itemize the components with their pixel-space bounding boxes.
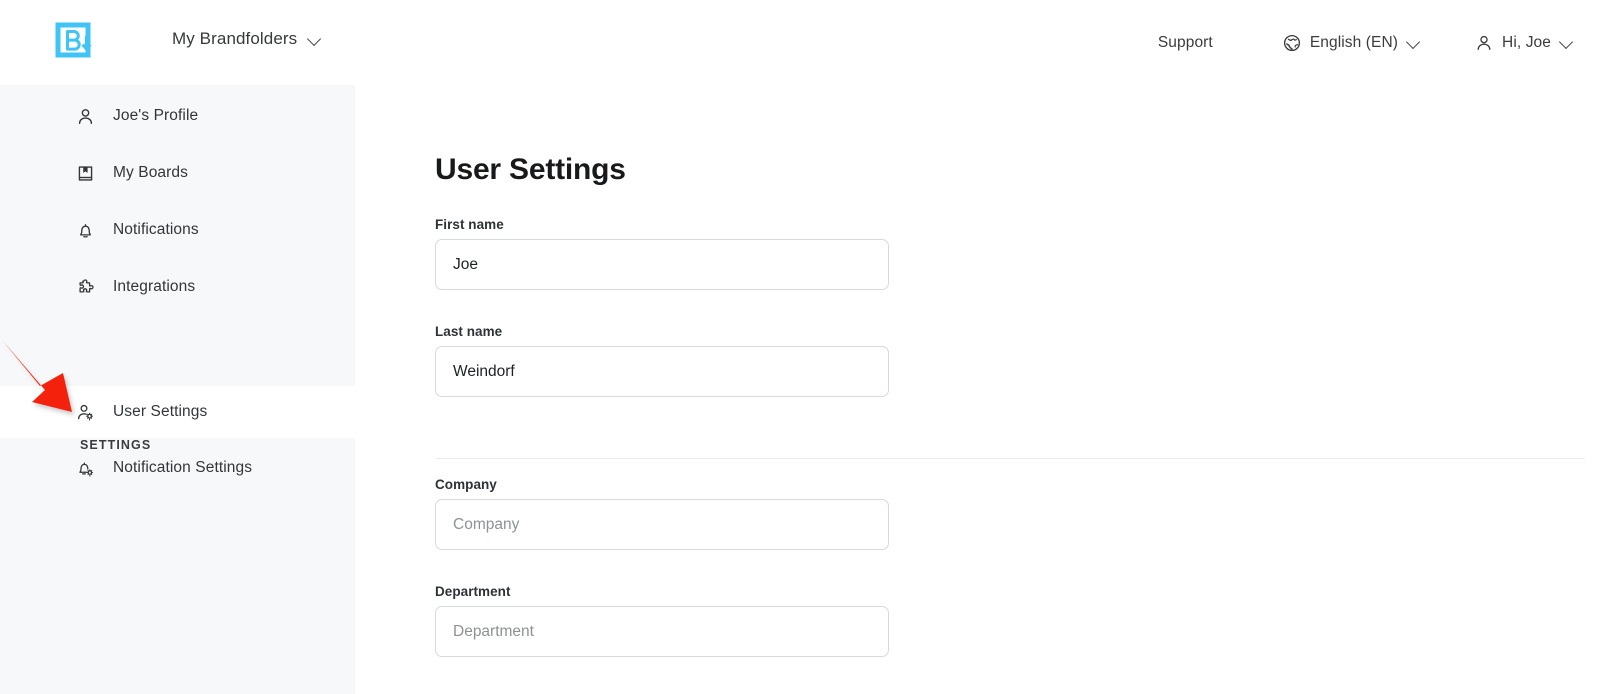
sidebar-navigation: Joe's Profile My Boards Notifications In… bbox=[0, 85, 355, 694]
field-last-name: Last name Weindorf bbox=[435, 324, 889, 397]
bell-gear-icon bbox=[76, 459, 95, 478]
my-brandfolders-menu[interactable]: My Brandfolders bbox=[172, 29, 321, 49]
app-root: My Brandfolders Support English (EN) Hi,… bbox=[0, 0, 1600, 694]
sidebar-item-label: Joe's Profile bbox=[113, 107, 199, 124]
sidebar-item-label: My Boards bbox=[113, 164, 188, 181]
field-company: Company Company bbox=[435, 477, 889, 550]
book-bookmark-icon bbox=[76, 164, 95, 183]
sidebar-item-user-settings[interactable]: User Settings bbox=[0, 386, 355, 438]
chevron-down-icon bbox=[308, 33, 321, 46]
sidebar-item-label: Notification Settings bbox=[113, 459, 253, 476]
user-greeting-label: Hi, Joe bbox=[1502, 33, 1551, 51]
language-label: English (EN) bbox=[1309, 33, 1399, 51]
sidebar-item-label: User Settings bbox=[113, 403, 208, 420]
last-name-input[interactable]: Weindorf bbox=[435, 346, 889, 397]
top-navigation-bar: My Brandfolders Support English (EN) Hi,… bbox=[0, 0, 1600, 85]
sidebar-item-notifications[interactable]: Notifications bbox=[0, 204, 355, 256]
main-content: User Settings First name Joe Last name W… bbox=[355, 85, 1600, 694]
field-department: Department Department bbox=[435, 584, 889, 657]
brandfolder-b-logo-icon bbox=[55, 22, 92, 58]
person-gear-icon bbox=[76, 403, 95, 422]
field-label: Department bbox=[435, 584, 511, 599]
support-link[interactable]: Support bbox=[1158, 34, 1213, 52]
chevron-down-icon bbox=[1407, 36, 1420, 49]
page-title: User Settings bbox=[435, 153, 626, 186]
section-divider bbox=[435, 458, 1585, 459]
sidebar-item-label: Notifications bbox=[113, 221, 199, 238]
globe-icon bbox=[1283, 34, 1301, 52]
field-label: Last name bbox=[435, 324, 503, 339]
brandfolder-logo[interactable] bbox=[55, 22, 93, 62]
sidebar-item-my-boards[interactable]: My Boards bbox=[0, 147, 355, 199]
field-first-name: First name Joe bbox=[435, 217, 889, 290]
sidebar-item-notification-settings[interactable]: Notification Settings bbox=[0, 442, 355, 494]
chevron-down-icon bbox=[1560, 36, 1573, 49]
person-icon bbox=[76, 107, 95, 126]
first-name-input[interactable]: Joe bbox=[435, 239, 889, 290]
bell-icon bbox=[76, 221, 95, 240]
user-account-menu[interactable]: Hi, Joe bbox=[1475, 34, 1573, 52]
sidebar-item-joes-profile[interactable]: Joe's Profile bbox=[0, 90, 355, 142]
my-brandfolders-label: My Brandfolders bbox=[172, 29, 298, 48]
puzzle-piece-icon bbox=[76, 278, 95, 297]
person-icon bbox=[1475, 34, 1493, 52]
field-label: First name bbox=[435, 217, 504, 232]
department-input[interactable]: Department bbox=[435, 606, 889, 657]
sidebar-item-integrations[interactable]: Integrations bbox=[0, 261, 355, 313]
language-selector[interactable]: English (EN) bbox=[1283, 34, 1420, 52]
sidebar-item-label: Integrations bbox=[113, 278, 196, 295]
company-input[interactable]: Company bbox=[435, 499, 889, 550]
top-bar-right-group: Support English (EN) Hi, Joe bbox=[1158, 0, 1600, 85]
field-label: Company bbox=[435, 477, 497, 492]
